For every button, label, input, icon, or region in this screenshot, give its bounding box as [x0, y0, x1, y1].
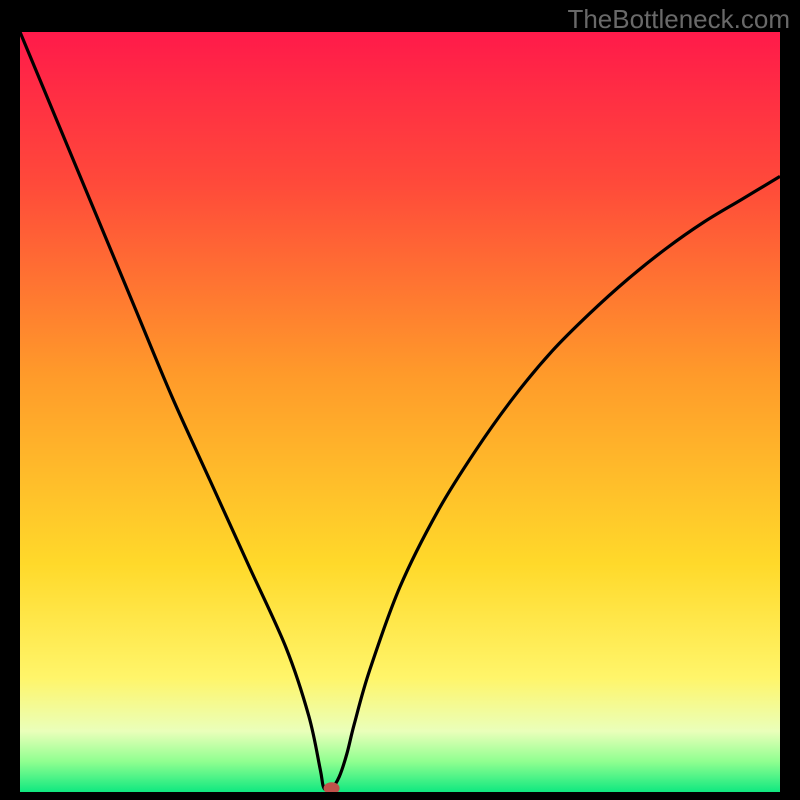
watermark-text: TheBottleneck.com: [567, 4, 790, 35]
chart-frame: TheBottleneck.com: [0, 0, 800, 800]
gradient-background: [20, 32, 780, 792]
plot-area: [20, 32, 780, 792]
plot-svg: [20, 32, 780, 792]
